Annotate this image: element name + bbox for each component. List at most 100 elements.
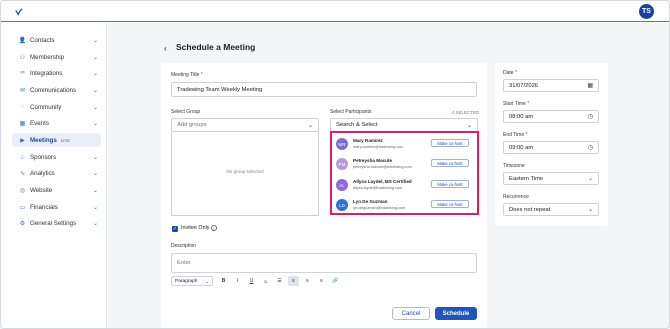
participant-name: Allysa Laydel, MS Certified [353, 179, 412, 184]
participant-email: lyn.deguzman@tradewing.com [353, 206, 406, 210]
date-label: Date * [503, 70, 517, 76]
timezone-select[interactable]: Eastern Time ⌄ [503, 172, 599, 185]
sidebar-item-website[interactable]: ◎ Website ⌄ [12, 183, 101, 197]
sidebar-item-membership[interactable]: ⚇ Membership ⌄ [12, 50, 101, 64]
sidebar-item-community[interactable]: ◌ Community ⌄ [12, 100, 101, 114]
user-avatar[interactable]: TS [639, 4, 654, 19]
chevron-down-icon: ⌄ [92, 70, 98, 77]
meeting-title-input[interactable]: Tradewing Team Weekly Meeting [171, 82, 477, 97]
participant-name: Lyn De Guzman [353, 199, 388, 204]
handshake-icon: ♧ [19, 154, 26, 161]
tradewing-logo-icon[interactable] [15, 8, 23, 16]
top-bar: TS [1, 1, 669, 22]
select-group-label: Select Group [171, 109, 201, 115]
sidebar-item-label: Website [30, 186, 53, 194]
participants-search-input[interactable]: Search & Select ⌄ [330, 118, 478, 132]
chevron-down-icon: ⌄ [307, 122, 313, 129]
participant-row: MR Mary Ramirez mary.ramirez@tradewing.com… [336, 137, 474, 155]
no-group-text: No group selected [226, 169, 264, 174]
sidebar-item-contacts[interactable]: 👤 Contacts ⌄ [12, 33, 101, 47]
description-label: Description [171, 243, 197, 249]
sidebar-item-label: Sponsors [30, 153, 57, 161]
start-time-input[interactable]: 08:00 am ◷ [503, 110, 599, 123]
sidebar-item-financials[interactable]: ▭ Financials ⌄ [12, 200, 101, 214]
link-icon[interactable]: 🔗 [330, 276, 341, 286]
info-icon[interactable]: i [211, 225, 217, 231]
link-icon: ∞ [20, 70, 25, 76]
italic-icon[interactable]: I [232, 276, 243, 286]
sidebar-item-label: Financials [30, 203, 58, 211]
sidebar-item-analytics[interactable]: ∿ Analytics ⌄ [12, 166, 101, 180]
groups-list: No group selected [171, 132, 319, 216]
recurrence-label: Recurrence [503, 194, 529, 200]
sidebar-item-communications[interactable]: ✉ Communications ⌄ [12, 83, 101, 97]
sidebar-item-integrations[interactable]: ∞ Integrations ⌄ [12, 66, 101, 80]
groups-select[interactable]: Add groups ⌄ [171, 118, 319, 132]
make-cohost-button[interactable]: Make co-host [431, 159, 469, 167]
select-participants-label: Select Participants [330, 109, 372, 115]
date-input[interactable]: 31/07/2026 ▦ [503, 79, 599, 92]
chevron-down-icon: ⌄ [92, 54, 98, 61]
chevron-down-icon: ⌄ [92, 187, 98, 194]
chevron-down-icon: ⌄ [92, 104, 98, 111]
align-center-icon[interactable]: ≡ [302, 276, 313, 286]
recurrence-select[interactable]: Does not repeat ⌄ [503, 203, 599, 216]
description-editor[interactable]: Enter [171, 253, 477, 273]
mail-icon: ✉ [19, 87, 26, 94]
paragraph-style-select[interactable]: Paragraph ⌄ [171, 276, 213, 286]
clock-icon[interactable]: ◷ [588, 113, 593, 120]
bullet-list-icon[interactable]: ☰ [274, 276, 285, 286]
calendar-icon[interactable]: ▦ [587, 82, 593, 89]
sidebar-item-label: Meetings [30, 136, 57, 144]
globe-icon: ◎ [19, 187, 26, 194]
invitee-only-checkbox[interactable]: ✓ [172, 226, 178, 232]
end-time-input[interactable]: 09:00 am ◷ [503, 141, 599, 154]
participant-name: Petreysha Macute [353, 158, 393, 163]
page-title: Schedule a Meeting [176, 42, 256, 52]
sidebar-item-general-settings[interactable]: ⚙ General Settings ⌄ [12, 216, 101, 230]
sidebar-item-label: Events [30, 119, 49, 127]
cancel-button[interactable]: Cancel [392, 307, 430, 320]
clock-icon[interactable]: ◷ [588, 144, 593, 151]
sidebar-item-label: Communications [30, 86, 77, 94]
participant-email: mary.ramirez@tradewing.com [353, 145, 404, 149]
align-left-icon[interactable]: ≡ [288, 276, 299, 286]
live-badge: LIVE [60, 137, 70, 143]
sidebar-item-label: Community [30, 103, 62, 111]
participant-email: allysa.laydel@tradewing.com [353, 186, 403, 190]
users-icon: 👤 [18, 37, 27, 44]
editor-toolbar: Paragraph ⌄ B I U S̶ ☰ ≡ ≡ ≡ 🔗 [171, 275, 344, 287]
sidebar-item-label: General Settings [30, 219, 77, 227]
chat-icon: ◌ [20, 104, 25, 110]
chevron-down-icon: ⌄ [92, 120, 98, 127]
timezone-label: Timezone [503, 163, 525, 169]
participant-row: LD Lyn De Guzman lyn.deguzman@tradewing.co… [336, 198, 474, 216]
schedule-button[interactable]: Schedule [435, 307, 477, 320]
sidebar-item-meetings[interactable]: ▶ Meetings LIVE [12, 133, 101, 147]
bold-icon[interactable]: B [218, 276, 229, 286]
sidebar-item-sponsors[interactable]: ♧ Sponsors ⌄ [12, 150, 101, 164]
sidebar-item-label: Contacts [30, 36, 55, 44]
participant-name: Mary Ramirez [353, 138, 383, 143]
strikethrough-icon[interactable]: S̶ [260, 276, 271, 286]
avatar: LD [336, 199, 348, 211]
selected-participants-list: MR Mary Ramirez mary.ramirez@tradewing.com… [330, 131, 479, 215]
wallet-icon: ▭ [19, 204, 26, 211]
sidebar-item-events[interactable]: ▦ Events ⌄ [12, 116, 101, 130]
underline-icon[interactable]: U [246, 276, 257, 286]
chevron-down-icon: ⌄ [92, 37, 98, 44]
chevron-down-icon: ⌄ [92, 204, 98, 211]
gear-icon: ⚙ [19, 220, 26, 227]
chart-icon: ∿ [19, 170, 26, 177]
make-cohost-button[interactable]: Make co-host [431, 180, 469, 188]
chevron-down-icon: ⌄ [587, 176, 593, 182]
make-cohost-button[interactable]: Make co-host [431, 139, 469, 147]
back-arrow-icon[interactable]: ‹ [164, 44, 167, 53]
sidebar-item-label: Membership [30, 53, 65, 61]
people-icon: ⚇ [19, 54, 26, 61]
make-cohost-button[interactable]: Make co-host [431, 200, 469, 208]
avatar: AL [336, 179, 348, 191]
participant-row: PM Petreysha Macute petreysha.macute@trade… [336, 157, 474, 175]
align-right-icon[interactable]: ≡ [316, 276, 327, 286]
chevron-down-icon: ⌄ [92, 87, 98, 94]
